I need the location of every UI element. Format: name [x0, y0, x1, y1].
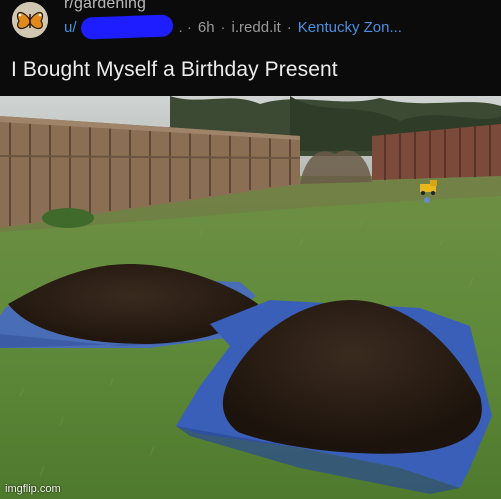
meta-separator: ·	[286, 18, 292, 36]
meta-separator: ·	[220, 18, 226, 36]
bush	[42, 208, 94, 228]
post-title[interactable]: I Bought Myself a Birthday Present	[11, 58, 338, 82]
subreddit-link[interactable]: r/gardening	[64, 0, 146, 13]
post-flair[interactable]: Kentucky Zon...	[298, 19, 402, 36]
meta-separator: . ·	[178, 18, 192, 36]
toy-ball	[424, 197, 430, 203]
post-meta: u/ . · 6h · i.redd.it · Kentucky Zon...	[64, 14, 402, 40]
username-redaction	[80, 14, 173, 40]
post-time: 6h	[197, 18, 215, 36]
post-image[interactable]	[0, 96, 501, 499]
post-header: r/gardening u/ . · 6h · i.redd.it · Kent…	[0, 0, 501, 96]
username-prefix[interactable]: u/	[64, 19, 77, 36]
post-domain[interactable]: i.redd.it	[232, 19, 281, 36]
butterfly-avatar-icon[interactable]	[12, 2, 48, 38]
watermark-text: imgflip.com	[5, 483, 61, 495]
